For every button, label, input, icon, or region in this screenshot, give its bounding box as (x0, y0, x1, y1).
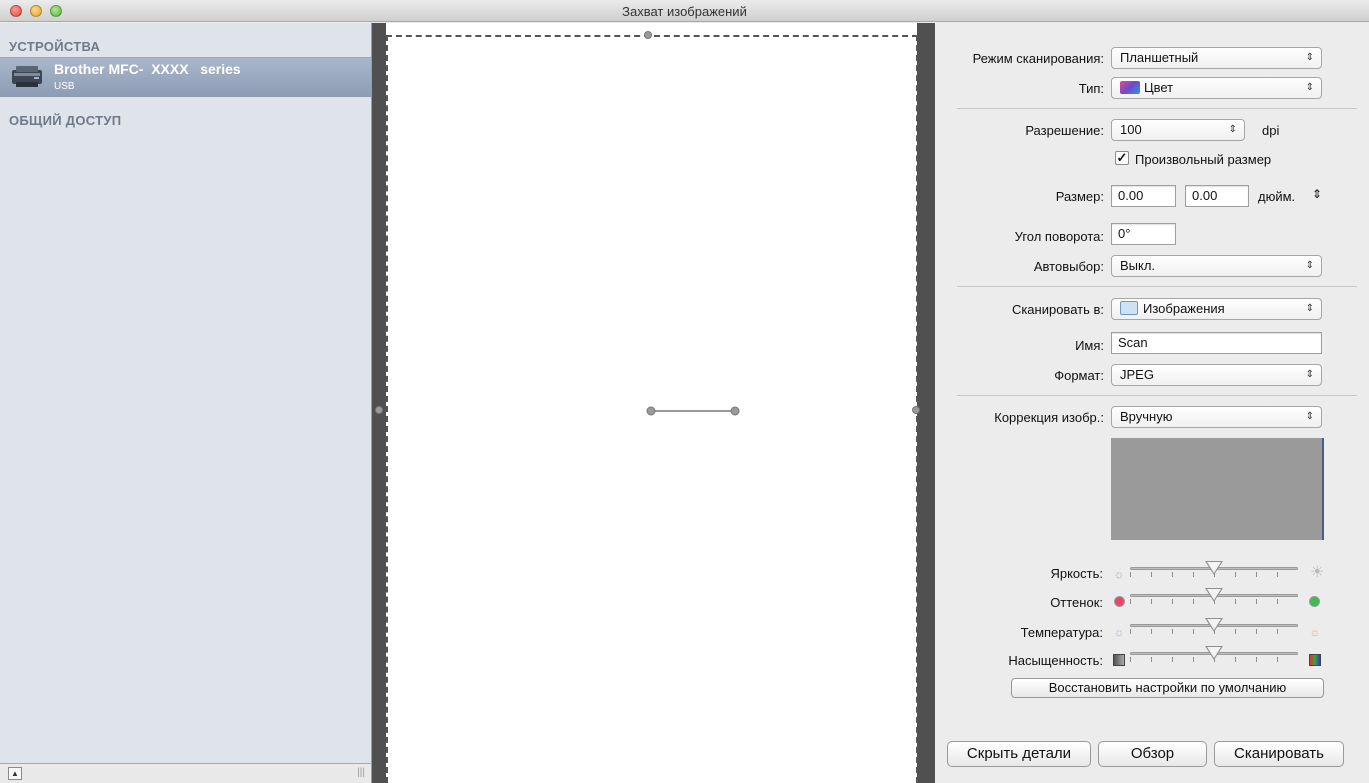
restore-defaults-button[interactable]: Восстановить настройки по умолчанию (1011, 678, 1324, 698)
histogram-preview (1111, 438, 1324, 540)
resolution-combobox[interactable]: 100 ⇕ (1111, 119, 1245, 141)
chevron-updown-icon: ⇕ (1305, 369, 1314, 380)
format-popup[interactable]: JPEG ⇕ (1111, 364, 1322, 386)
resize-grip[interactable]: ||| (357, 767, 365, 778)
tint-label: Оттенок: (1050, 595, 1103, 610)
shared-header: ОБЩИЙ ДОСТУП (9, 113, 122, 128)
scan-to-value: Изображения (1143, 301, 1225, 316)
kind-value: Цвет (1144, 80, 1174, 95)
left-resize-handle[interactable] (375, 406, 383, 414)
auto-select-label: Автовыбор: (1033, 259, 1104, 274)
saturation-high-icon (1309, 654, 1321, 666)
scan-mode-label: Режим сканирования: (972, 51, 1104, 66)
rotation-label: Угол поворота: (1014, 229, 1104, 244)
color-swatch-icon (1120, 81, 1140, 94)
resolution-unit: dpi (1262, 123, 1280, 138)
chevron-updown-icon: ⇕ (1228, 124, 1237, 135)
correction-value: Вручную (1120, 409, 1173, 424)
scan-to-label: Сканировать в: (1011, 302, 1104, 317)
separator (957, 395, 1357, 396)
tint-green-icon (1309, 596, 1320, 607)
rotation-handle[interactable] (646, 405, 740, 417)
size-height-field[interactable]: 0.00 (1185, 185, 1249, 207)
slider-knob[interactable] (1205, 561, 1223, 575)
saturation-slider[interactable] (1130, 646, 1298, 664)
chevron-updown-icon: ⇕ (1305, 260, 1314, 271)
size-label: Размер: (1055, 189, 1104, 204)
scan-to-popup[interactable]: Изображения ⇕ (1111, 298, 1322, 320)
temperature-warm-icon: ☼ (1309, 625, 1321, 639)
rotation-field[interactable]: 0° (1111, 223, 1176, 245)
scan-mode-value: Планшетный (1120, 50, 1199, 65)
custom-size-label: Произвольный размер (1135, 152, 1272, 167)
chevron-updown-icon: ⇕ (1305, 52, 1314, 63)
kind-label: Тип: (1078, 81, 1104, 96)
brightness-low-icon: ☼ (1113, 567, 1125, 581)
sidebar-footer: ▲ ||| (0, 763, 372, 783)
format-value: JPEG (1120, 367, 1154, 382)
top-resize-handle[interactable] (644, 31, 652, 39)
kind-popup[interactable]: Цвет ⇕ (1111, 77, 1322, 99)
format-label: Формат: (1054, 368, 1104, 383)
resolution-value: 100 (1120, 122, 1142, 137)
sidebar-item-device[interactable]: Brother MFC- XXXX series USB (0, 57, 371, 97)
saturation-label: Насыщенность: (1008, 653, 1103, 668)
scan-mode-popup[interactable]: Планшетный ⇕ (1111, 47, 1322, 69)
devices-header: УСТРОЙСТВА (9, 39, 101, 54)
correction-label: Коррекция изобр.: (994, 410, 1104, 425)
eject-icon[interactable]: ▲ (8, 767, 22, 780)
name-field[interactable]: Scan (1111, 332, 1322, 354)
unit-stepper-icon[interactable]: ⇕ (1312, 187, 1322, 201)
size-width-field[interactable]: 0.00 (1111, 185, 1176, 207)
overview-button[interactable]: Обзор (1098, 741, 1207, 767)
size-unit: дюйм. (1258, 189, 1296, 204)
chevron-updown-icon: ⇕ (1305, 303, 1314, 314)
printer-icon (12, 66, 42, 87)
separator (957, 286, 1357, 287)
tint-slider[interactable] (1130, 588, 1298, 606)
scan-button[interactable]: Сканировать (1214, 741, 1344, 767)
correction-popup[interactable]: Вручную ⇕ (1111, 406, 1322, 428)
custom-size-checkbox[interactable]: ✓ (1115, 151, 1129, 165)
saturation-low-icon (1113, 654, 1125, 666)
scan-preview (372, 23, 935, 783)
hide-details-button[interactable]: Скрыть детали (947, 741, 1091, 767)
folder-icon (1120, 301, 1138, 315)
title-bar: Захват изображений (0, 0, 1369, 22)
name-label: Имя: (1075, 338, 1104, 353)
auto-select-popup[interactable]: Выкл. ⇕ (1111, 255, 1322, 277)
window-title: Захват изображений (622, 4, 747, 19)
settings-panel: Режим сканирования: Планшетный ⇕ Тип: Цв… (935, 23, 1369, 783)
device-connection: USB (54, 81, 75, 92)
sidebar: УСТРОЙСТВА Brother MFC- XXXX series USB … (0, 23, 372, 763)
chevron-updown-icon: ⇕ (1305, 411, 1314, 422)
slider-knob[interactable] (1205, 618, 1223, 632)
tint-magenta-icon (1114, 596, 1125, 607)
resolution-label: Разрешение: (1025, 123, 1104, 138)
slider-knob[interactable] (1205, 588, 1223, 602)
chevron-updown-icon: ⇕ (1305, 82, 1314, 93)
slider-knob[interactable] (1205, 646, 1223, 660)
separator (957, 108, 1357, 109)
temperature-cool-icon: ☼ (1113, 625, 1125, 639)
auto-select-value: Выкл. (1120, 258, 1156, 273)
right-resize-handle[interactable] (912, 406, 920, 414)
device-name: Brother MFC- XXXX series (54, 61, 241, 77)
brightness-high-icon: ☀ (1310, 564, 1325, 581)
brightness-label: Яркость: (1050, 566, 1103, 581)
temperature-label: Температура: (1020, 625, 1103, 640)
brightness-slider[interactable] (1130, 561, 1298, 579)
temperature-slider[interactable] (1130, 618, 1298, 636)
